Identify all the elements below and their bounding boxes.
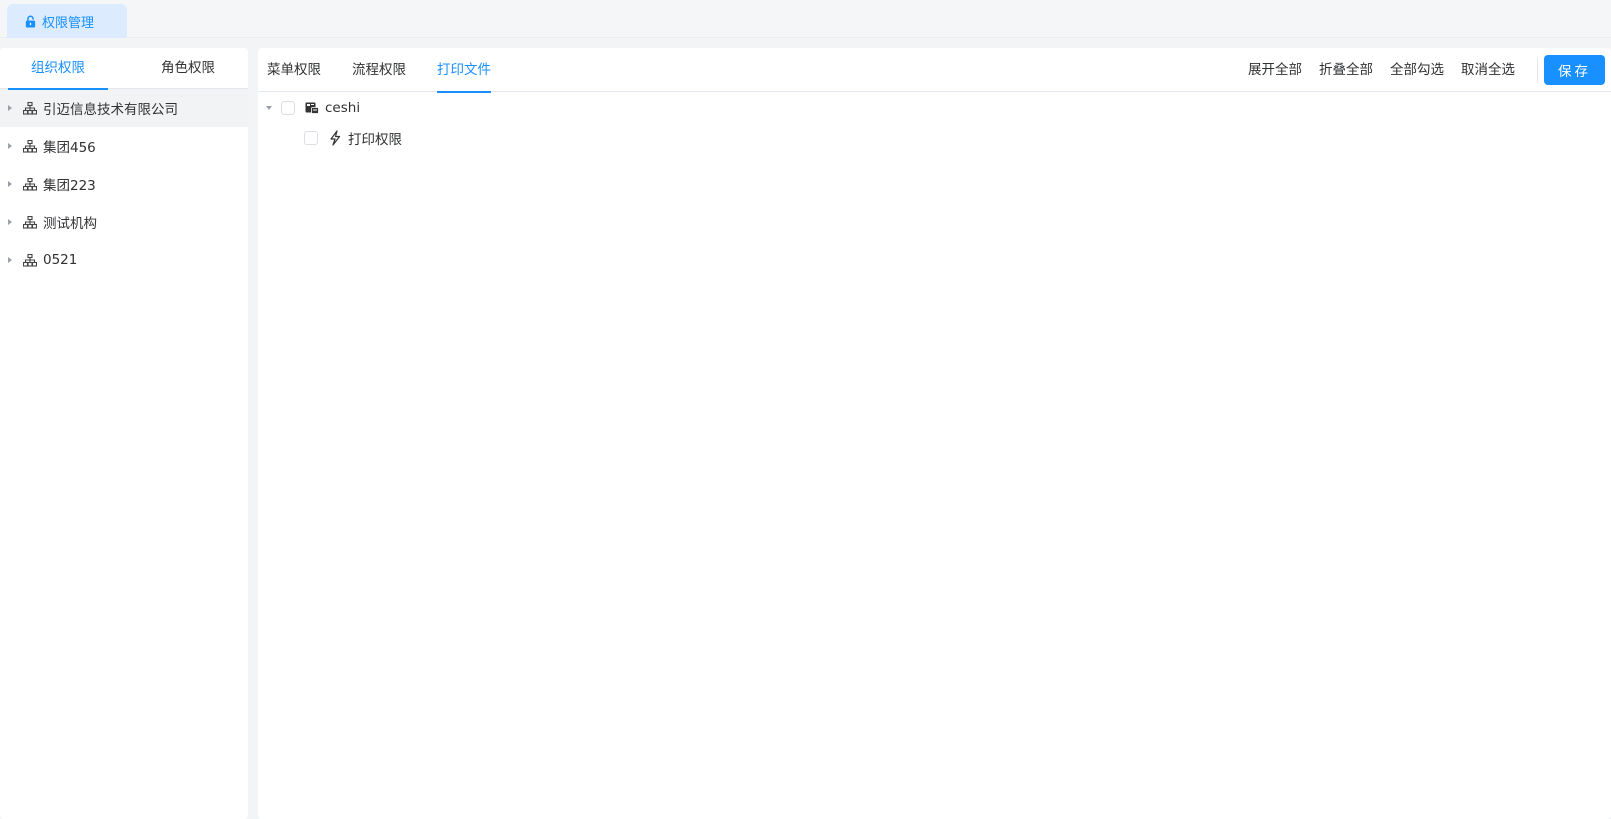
org-item-group456[interactable]: 集团456: [0, 127, 248, 165]
tree-node-label: 打印权限: [348, 132, 402, 148]
tab-label: 权限管理: [42, 15, 95, 31]
tree-node-ceshi[interactable]: ceshi: [266, 94, 360, 122]
tree-node-label: ceshi: [325, 100, 361, 116]
org-chart-icon: [23, 101, 37, 115]
top-tab-bar: 权限管理: [0, 0, 1611, 38]
tree-node-print-permission[interactable]: 打印权限: [304, 124, 402, 152]
lock-icon: [25, 15, 36, 28]
org-item-label: 引迈信息技术有限公司: [43, 102, 178, 118]
caret-right-icon[interactable]: [8, 219, 12, 225]
left-tabs: 组织权限 角色权限: [0, 48, 248, 90]
org-chart-icon: [23, 177, 37, 191]
tab-org-permission[interactable]: 组织权限: [8, 48, 108, 90]
tab-flow-permission[interactable]: 流程权限: [352, 48, 406, 92]
org-item-label: 集团456: [43, 140, 96, 156]
org-item-0521[interactable]: 0521: [0, 241, 248, 279]
save-button[interactable]: 保存: [1544, 55, 1605, 85]
caret-down-icon[interactable]: [266, 106, 272, 110]
org-item-test-org[interactable]: 测试机构: [0, 203, 248, 241]
tab-permission-management[interactable]: 权限管理: [7, 4, 127, 38]
tree-checkbox[interactable]: [304, 131, 318, 145]
org-item-yinmai[interactable]: 引迈信息技术有限公司: [0, 89, 248, 127]
tab-role-permission[interactable]: 角色权限: [138, 48, 238, 89]
collapse-all-button[interactable]: 折叠全部: [1319, 48, 1373, 92]
tab-menu-permission[interactable]: 菜单权限: [267, 48, 321, 92]
org-item-label: 测试机构: [43, 216, 97, 232]
uncheck-all-button[interactable]: 取消全选: [1461, 48, 1515, 92]
permission-toolbar: 菜单权限 流程权限 打印文件 展开全部 折叠全部 全部勾选 取消全选 保存: [258, 48, 1611, 93]
caret-right-icon[interactable]: [8, 143, 12, 149]
org-item-label: 集团223: [43, 178, 96, 194]
org-panel: 组织权限 角色权限 引迈信息技术有限公司 集团456 集团223 测试机构 05…: [0, 48, 248, 819]
org-chart-icon: [23, 139, 37, 153]
org-chart-icon: [23, 215, 37, 229]
print-template-icon: [305, 102, 319, 114]
caret-right-icon[interactable]: [8, 105, 12, 111]
org-item-label: 0521: [43, 252, 78, 268]
permission-panel: 菜单权限 流程权限 打印文件 展开全部 折叠全部 全部勾选 取消全选 保存 ce…: [258, 48, 1611, 819]
check-all-button[interactable]: 全部勾选: [1390, 48, 1444, 92]
caret-right-icon[interactable]: [8, 257, 12, 263]
tab-print-file[interactable]: 打印文件: [437, 48, 491, 93]
tree-checkbox[interactable]: [281, 101, 295, 115]
toolbar-divider: [1537, 58, 1538, 82]
lightning-icon: [330, 130, 341, 146]
expand-all-button[interactable]: 展开全部: [1248, 48, 1302, 92]
org-chart-icon: [23, 253, 37, 267]
org-item-group223[interactable]: 集团223: [0, 165, 248, 203]
caret-right-icon[interactable]: [8, 181, 12, 187]
org-tree: 引迈信息技术有限公司 集团456 集团223 测试机构 0521: [0, 89, 248, 279]
